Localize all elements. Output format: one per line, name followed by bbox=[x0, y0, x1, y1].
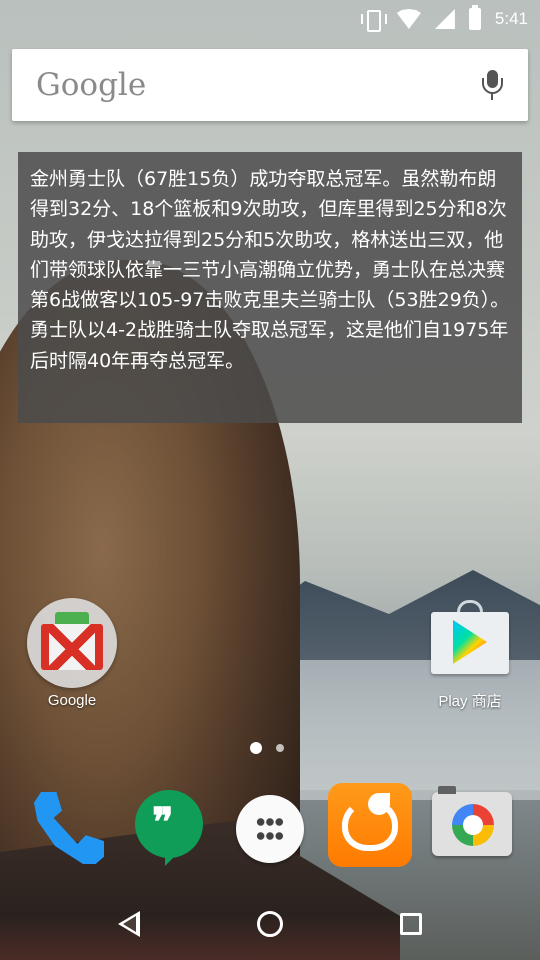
battery-icon bbox=[468, 5, 481, 30]
navigation-bar bbox=[0, 888, 540, 960]
vibrate-icon bbox=[360, 8, 387, 32]
recents-icon[interactable] bbox=[399, 913, 422, 935]
app-label-play-store: Play 商店 bbox=[438, 693, 502, 710]
app-google-folder[interactable]: Google bbox=[26, 598, 118, 709]
app-play-store[interactable]: Play 商店 bbox=[420, 598, 520, 711]
app-label-google: Google bbox=[47, 692, 97, 709]
cell-signal-icon bbox=[434, 9, 455, 29]
widget-text: 金州勇士队（67胜15负）成功夺取总冠军。虽然勒布朗得到32分、18个篮板和9次… bbox=[30, 168, 510, 372]
play-store-icon[interactable] bbox=[427, 598, 513, 674]
google-logo[interactable]: Google bbox=[36, 67, 480, 103]
text-widget[interactable]: 金州勇士队（67胜15负）成功夺取总冠军。虽然勒布朗得到32分、18个篮板和9次… bbox=[18, 152, 522, 423]
page-indicator bbox=[250, 742, 284, 754]
mic-icon[interactable] bbox=[480, 68, 504, 102]
status-bar: 5:41 bbox=[0, 0, 540, 38]
hangouts-icon[interactable]: ❞ bbox=[135, 790, 205, 868]
back-icon[interactable] bbox=[118, 911, 141, 937]
all-apps-icon[interactable] bbox=[236, 795, 304, 863]
wifi-icon bbox=[396, 9, 421, 29]
camera-icon[interactable] bbox=[432, 786, 512, 856]
gmail-folder-icon[interactable] bbox=[27, 598, 117, 688]
uc-browser-icon[interactable] bbox=[328, 783, 412, 867]
home-icon[interactable] bbox=[256, 911, 283, 937]
page-dot bbox=[276, 744, 284, 752]
status-time: 5:41 bbox=[494, 9, 528, 28]
page-dot-active bbox=[250, 742, 262, 754]
google-search-bar[interactable]: Google bbox=[12, 49, 528, 121]
phone-icon[interactable] bbox=[28, 788, 112, 872]
